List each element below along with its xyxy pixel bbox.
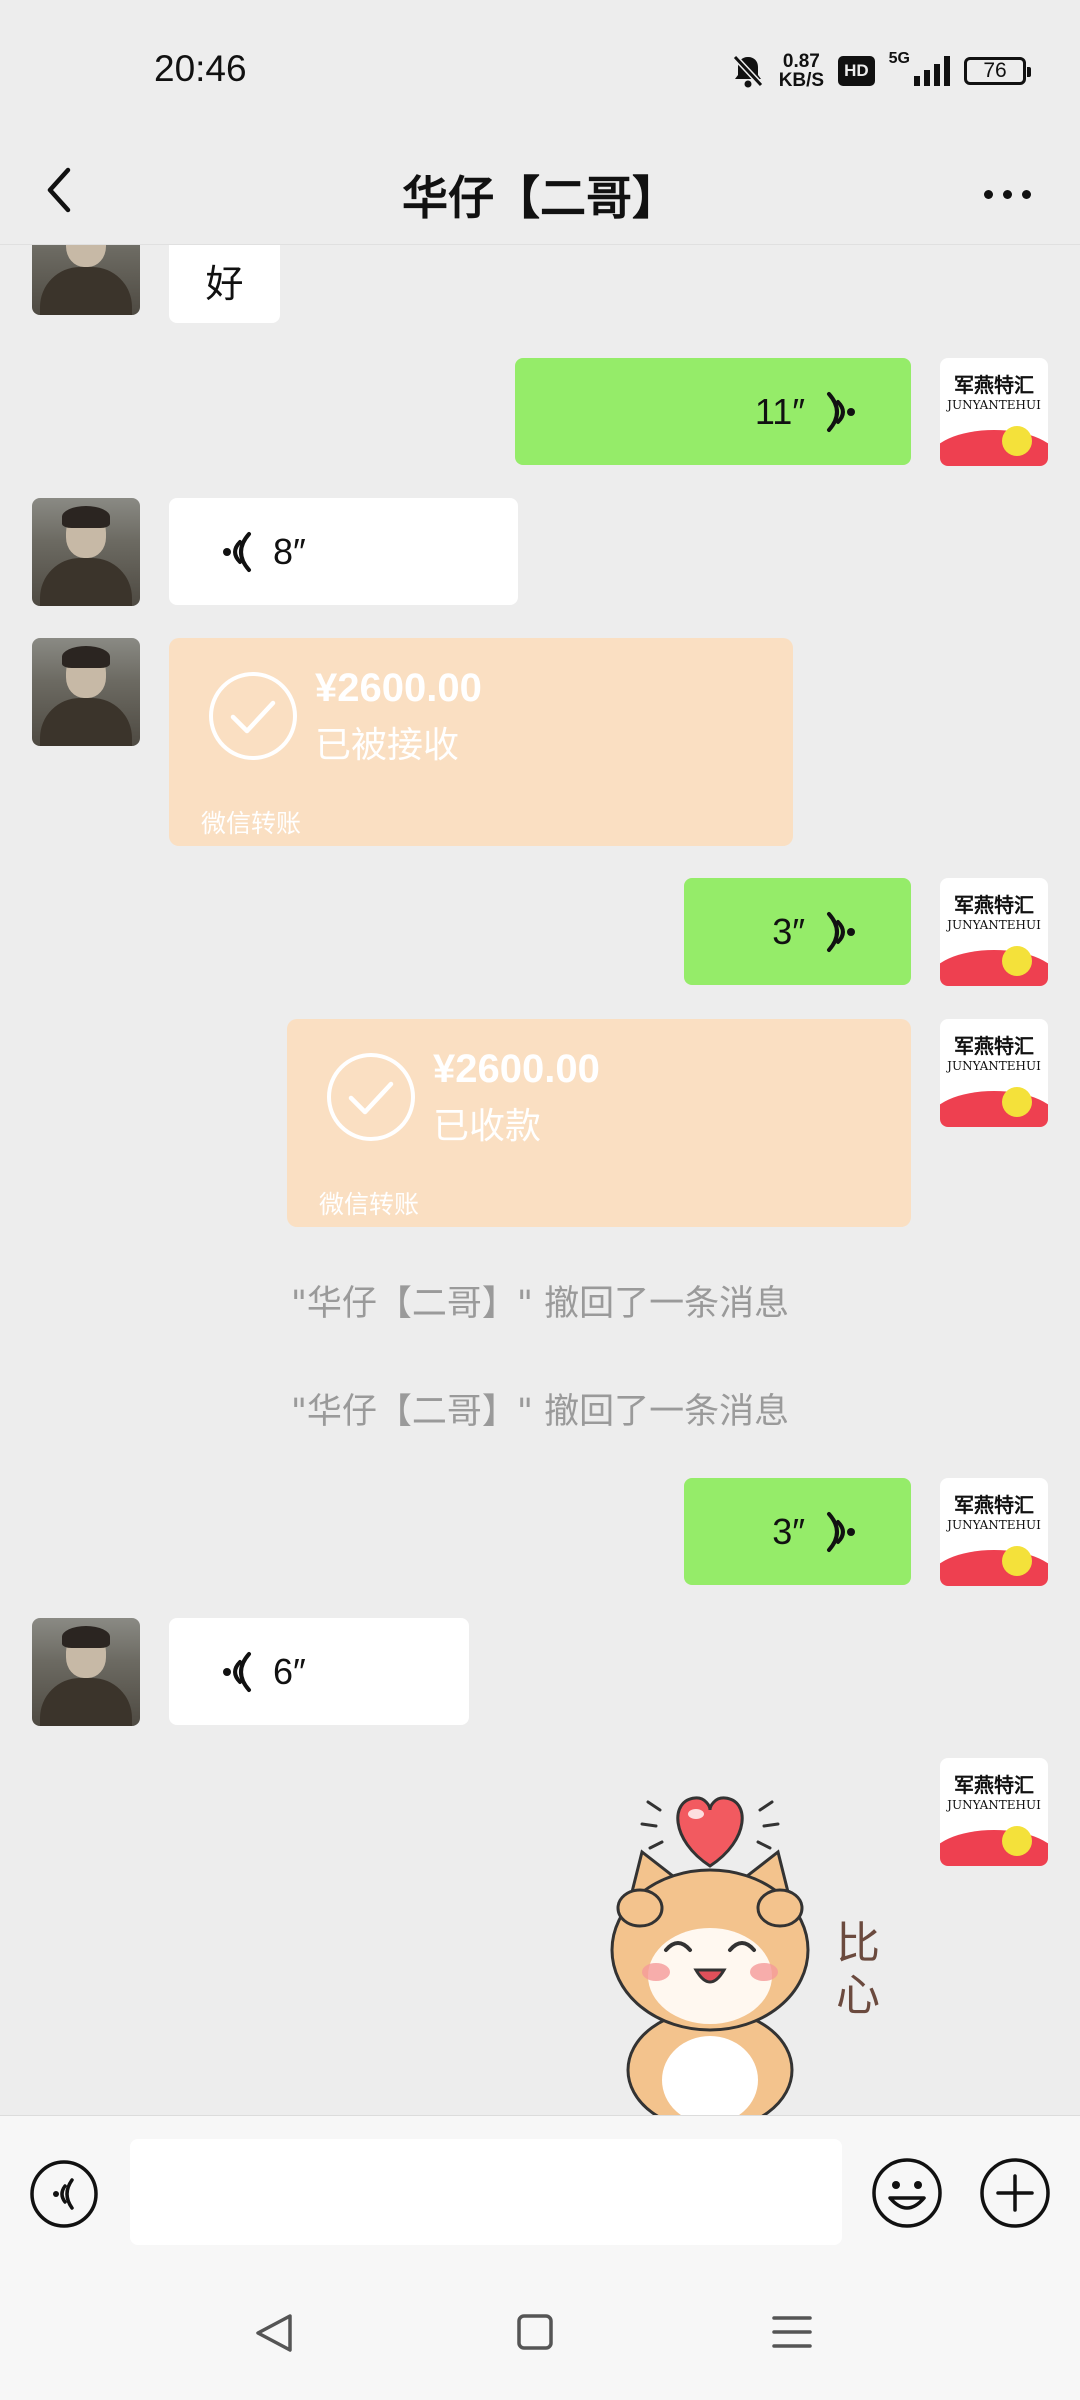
self-avatar-logo-subtext: JUNYANTEHUI: [947, 1798, 1041, 1812]
voice-duration: 6″: [273, 1650, 306, 1692]
self-avatar-logo-text: 军燕特汇: [954, 1773, 1034, 1797]
self-avatar[interactable]: 军燕特汇 JUNYANTEHUI: [940, 1478, 1048, 1586]
hd-badge: HD: [838, 56, 875, 86]
voice-duration: 3″: [772, 1510, 805, 1552]
shiba-heart-sticker[interactable]: 比 心: [590, 1780, 910, 2115]
voice-duration: 11″: [754, 390, 805, 432]
network-speed-value: 0.87: [782, 51, 820, 72]
battery-level: 76: [983, 59, 1007, 82]
self-avatar[interactable]: 军燕特汇 JUNYANTEHUI: [940, 1758, 1048, 1866]
transfer-label: 微信转账: [201, 809, 302, 838]
message-input[interactable]: [130, 2139, 842, 2245]
input-toolbar: [0, 2115, 1080, 2271]
voice-message-sent[interactable]: 3″: [684, 878, 911, 985]
voice-message-received[interactable]: 6″: [169, 1618, 469, 1725]
self-avatar[interactable]: 军燕特汇 JUNYANTEHUI: [940, 1019, 1048, 1127]
self-avatar-logo-subtext: JUNYANTEHUI: [947, 1518, 1041, 1532]
voice-input-toggle-icon[interactable]: [28, 2158, 100, 2230]
check-circle-icon: [327, 1053, 415, 1141]
self-avatar-logo-subtext: JUNYANTEHUI: [947, 918, 1041, 932]
emoji-icon[interactable]: [870, 2156, 944, 2230]
self-avatar-logo-text: 军燕特汇: [954, 1493, 1034, 1517]
self-avatar-logo-text: 军燕特汇: [954, 1034, 1034, 1058]
chat-title: 华仔【二哥】: [402, 171, 678, 225]
voice-message-received[interactable]: 8″: [169, 498, 518, 605]
more-options-icon[interactable]: [972, 164, 1042, 224]
voice-wave-icon: [223, 531, 251, 572]
status-icons: 0.87 KB/S HD 5G 76: [731, 46, 1031, 96]
transfer-amount: ¥2600.00: [433, 1047, 600, 1091]
nav-back-icon[interactable]: [252, 2310, 296, 2356]
transfer-card-sent[interactable]: ¥2600.00 已收款 微信转账: [287, 1019, 911, 1227]
voice-wave-icon: [827, 391, 855, 432]
transfer-status: 已被接收: [315, 725, 460, 766]
system-navigation-bar: [0, 2270, 1080, 2400]
nav-home-icon[interactable]: [516, 2312, 554, 2352]
transfer-status: 已收款: [433, 1106, 542, 1147]
voice-wave-icon: [827, 911, 855, 952]
status-time: 20:46: [154, 48, 247, 89]
self-avatar-logo-subtext: JUNYANTEHUI: [947, 398, 1041, 412]
plus-icon[interactable]: [978, 2156, 1052, 2230]
svg-text:心: 心: [836, 1970, 880, 2021]
signal-strength-icon: [914, 56, 950, 86]
friend-avatar[interactable]: [32, 245, 140, 315]
status-bar: 20:46 0.87 KB/S HD 5G 76: [0, 0, 1080, 140]
voice-message-sent[interactable]: 3″: [684, 1478, 911, 1585]
chat-header: 华仔【二哥】: [0, 140, 1080, 245]
recall-notice: "华仔【二哥】" 撤回了一条消息: [290, 1284, 790, 1324]
transfer-card-received[interactable]: ¥2600.00 已被接收 微信转账: [169, 638, 793, 846]
recall-notice: "华仔【二哥】" 撤回了一条消息: [290, 1392, 790, 1432]
mute-bell-icon: [732, 54, 763, 88]
battery-icon: 76: [964, 57, 1031, 85]
voice-message-sent[interactable]: 11″: [515, 358, 911, 465]
network-type: 5G: [888, 50, 910, 67]
self-avatar-logo-text: 军燕特汇: [954, 373, 1034, 397]
voice-wave-icon: [827, 1511, 855, 1552]
voice-wave-icon: [223, 1651, 251, 1692]
sticker-text: 比: [836, 1918, 880, 1969]
friend-avatar[interactable]: [32, 498, 140, 606]
check-circle-icon: [209, 672, 297, 760]
transfer-amount: ¥2600.00: [315, 666, 482, 710]
friend-avatar[interactable]: [32, 1618, 140, 1726]
self-avatar[interactable]: 军燕特汇 JUNYANTEHUI: [940, 878, 1048, 986]
self-avatar[interactable]: 军燕特汇 JUNYANTEHUI: [940, 358, 1048, 466]
text-message-received[interactable]: 好: [169, 245, 280, 323]
message-list[interactable]: 好 军燕特汇 JUNYANTEHUI 11″ 8″ ¥2600.00 已被接收 …: [0, 245, 1080, 2115]
network-speed: 0.87 KB/S: [779, 52, 824, 90]
self-avatar-logo-text: 军燕特汇: [954, 893, 1034, 917]
friend-avatar[interactable]: [32, 638, 140, 746]
voice-duration: 8″: [273, 530, 306, 572]
voice-duration: 3″: [772, 910, 805, 952]
transfer-label: 微信转账: [319, 1190, 420, 1219]
network-speed-unit: KB/S: [778, 70, 825, 91]
message-text: 好: [205, 261, 244, 306]
nav-recents-icon[interactable]: [770, 2312, 814, 2352]
self-avatar-logo-subtext: JUNYANTEHUI: [947, 1059, 1041, 1073]
